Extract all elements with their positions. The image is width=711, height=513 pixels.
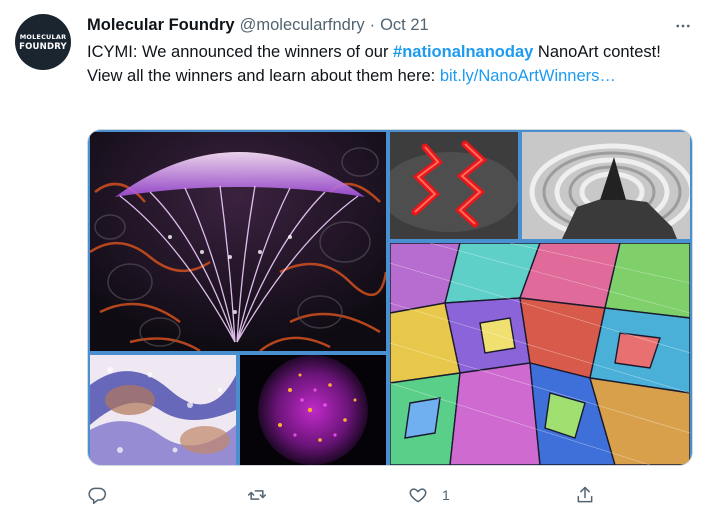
share-button[interactable] [575,480,595,510]
media-image-particles[interactable] [240,355,386,465]
avatar[interactable]: MOLECULAR FOUNDRY [15,14,71,70]
header-separator: · [369,15,376,34]
winners-link[interactable]: bit.ly/NanoArtWinners… [440,67,616,85]
tweet-actions: 1 [0,480,711,510]
author-handle[interactable]: @molecularfndry [240,16,365,35]
avatar-text-line2: FOUNDRY [19,42,67,52]
share-icon [577,486,593,503]
more-icon [676,24,690,28]
tweet-date[interactable]: Oct 21 [380,16,429,35]
media-image-jellyfish[interactable] [90,132,386,351]
media-image-swirl[interactable] [90,355,236,465]
hashtag-link[interactable]: #nationalnanoday [393,43,533,61]
like-icon [409,488,427,503]
like-button[interactable]: 1 [408,480,450,510]
author-name[interactable]: Molecular Foundry [87,16,235,35]
media-image-nanocone[interactable] [522,132,690,239]
media-gallery [87,129,693,466]
retweet-icon [247,490,267,500]
avatar-text-line1: MOLECULAR [19,33,67,41]
more-options-button[interactable] [668,16,698,36]
media-image-grains[interactable] [390,243,690,465]
retweet-button[interactable] [247,480,281,510]
reply-icon [88,487,107,505]
media-image-helix[interactable] [390,132,518,239]
reply-button[interactable] [87,480,121,510]
tweet-text: ICYMI: We announced the winners of our #… [87,40,677,88]
like-count: 1 [442,487,450,503]
tweet-text-intro: ICYMI: We announced the winners of our [87,43,394,61]
tweet-header: Molecular Foundry @molecularfndry · Oct … [87,14,429,36]
